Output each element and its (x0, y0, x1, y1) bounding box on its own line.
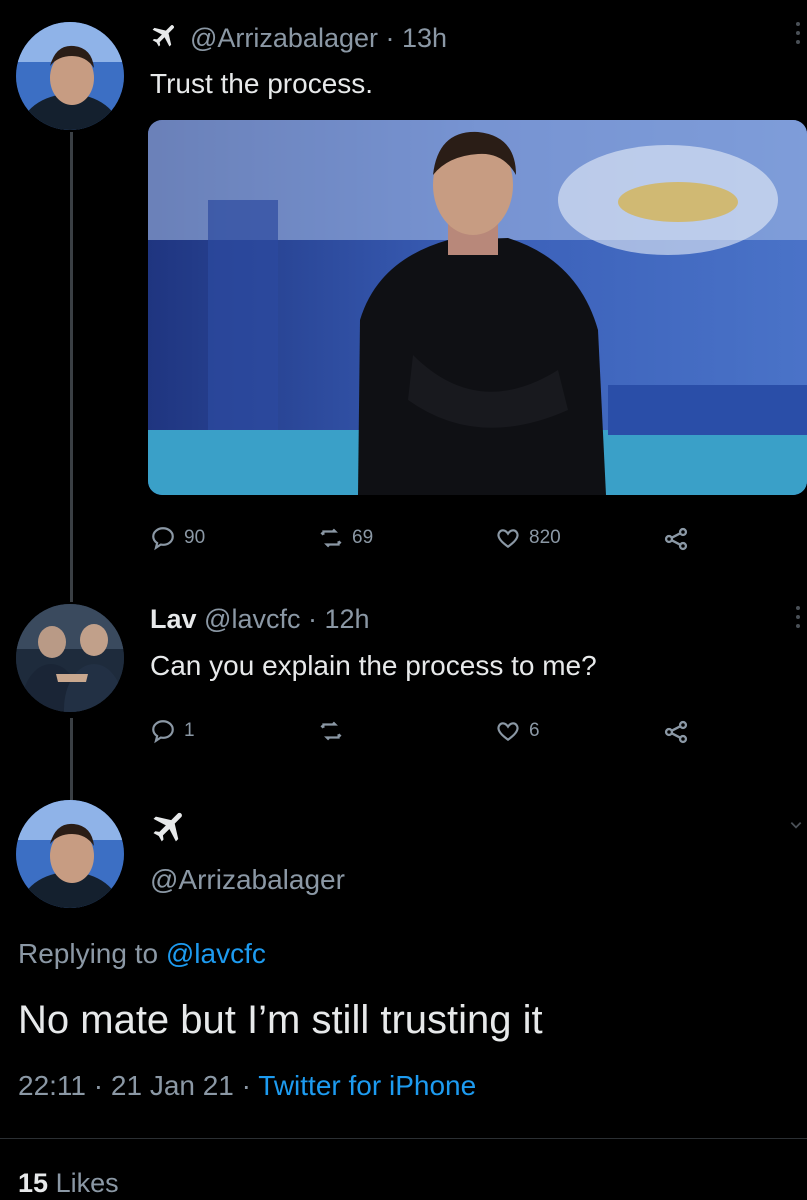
share-icon (664, 720, 688, 744)
thread-line (70, 132, 73, 602)
display-name[interactable]: Lav (150, 604, 197, 634)
share-button[interactable] (662, 525, 690, 553)
reply-count: 1 (184, 720, 195, 741)
retweet-button[interactable]: 69 (318, 525, 373, 551)
photo-coach-icon (148, 120, 807, 495)
tweet-text: Can you explain the process to me? (150, 650, 597, 681)
like-count: 820 (529, 527, 561, 548)
retweet-count: 69 (352, 527, 374, 548)
profile-photo-icon (16, 22, 124, 130)
profile-photo-icon (16, 800, 124, 908)
like-count: 6 (529, 720, 540, 741)
tweet-header: @Arrizabalager · 13h (150, 20, 447, 57)
tweet-meta: 22:11 · 21 Jan 21 · Twitter for iPhone (18, 1070, 477, 1101)
avatar[interactable] (16, 800, 124, 908)
tweet-handle[interactable]: @lavcfc (204, 604, 300, 634)
profile-photo-icon (16, 604, 124, 712)
like-button[interactable]: 820 (495, 525, 561, 551)
retweet-icon (320, 528, 342, 548)
replying-to-handle[interactable]: @lavcfc (166, 938, 266, 969)
chevron-down-icon[interactable] (789, 818, 803, 837)
airplane-icon (150, 20, 180, 57)
share-icon (664, 527, 688, 551)
like-button[interactable]: 6 (495, 718, 540, 744)
reply-count: 90 (184, 527, 206, 548)
retweet-icon (320, 721, 342, 741)
tweet-media-image[interactable] (148, 120, 807, 495)
tweet-time[interactable]: 13h (402, 23, 447, 53)
divider (0, 1138, 807, 1139)
reply-icon (152, 720, 174, 744)
tweet-text: Trust the process. (150, 68, 374, 99)
main-tweet-text: No mate but I’m still trusting it (18, 998, 543, 1042)
reply-button[interactable]: 1 (150, 718, 195, 744)
tweet-time[interactable]: 22:11 (18, 1070, 86, 1101)
replying-to: Replying to @lavcfc (18, 938, 266, 970)
airplane-icon (150, 806, 190, 851)
tweet-handle[interactable]: @Arrizabalager (150, 864, 345, 896)
likes-stat[interactable]: 15 Likes (18, 1168, 119, 1199)
reply-icon (152, 527, 174, 551)
likes-label: Likes (55, 1168, 119, 1198)
more-options-icon[interactable] (795, 22, 801, 52)
tweet-handle[interactable]: @Arrizabalager (190, 23, 378, 53)
heart-icon (497, 722, 519, 741)
thread-line (70, 718, 73, 800)
replying-to-label: Replying to (18, 938, 159, 969)
avatar[interactable] (16, 22, 124, 130)
retweet-button[interactable] (318, 718, 352, 744)
tweet-date[interactable]: 21 Jan 21 (111, 1070, 234, 1101)
avatar[interactable] (16, 604, 124, 712)
reply-button[interactable]: 90 (150, 525, 205, 551)
tweet-source[interactable]: Twitter for iPhone (258, 1070, 476, 1101)
tweet-header: Lav @lavcfc · 12h (150, 604, 370, 634)
tweet-time[interactable]: 12h (324, 604, 369, 634)
more-options-icon[interactable] (795, 606, 801, 636)
likes-count: 15 (18, 1168, 49, 1198)
share-button[interactable] (662, 718, 690, 746)
heart-icon (497, 529, 519, 548)
